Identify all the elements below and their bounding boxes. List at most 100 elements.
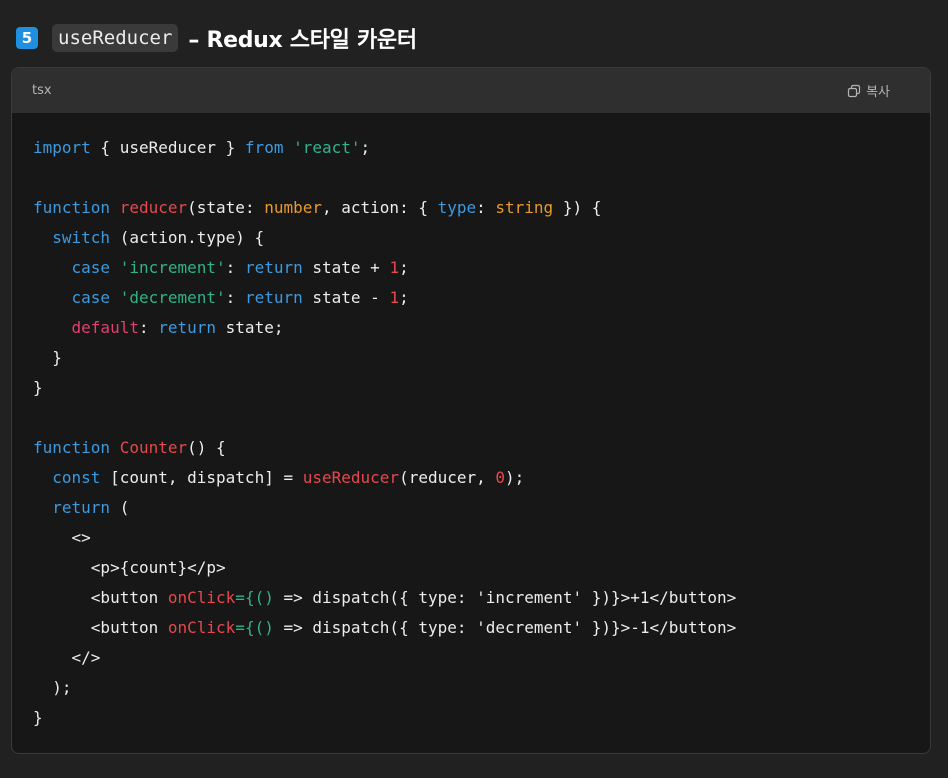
- code-token: <>: [33, 528, 91, 547]
- code-token: return: [244, 258, 303, 277]
- code-line: default: return state;: [33, 313, 930, 343]
- code-line: switch (action.type) {: [33, 223, 930, 253]
- code-token: 1: [389, 288, 400, 307]
- code-token: (reducer,: [399, 468, 496, 487]
- code-line: <button onClick={() => dispatch({ type: …: [33, 583, 930, 613]
- code-token: (action.type) {: [110, 228, 265, 247]
- code-line: </>: [33, 643, 930, 673]
- code-line: case 'decrement': return state - 1;: [33, 283, 930, 313]
- code-token: state -: [302, 288, 390, 307]
- code-token: ;: [399, 288, 409, 307]
- code-token: type: [437, 198, 477, 217]
- inline-code-usereducer: useReducer: [52, 24, 179, 52]
- code-token: case: [71, 258, 111, 277]
- code-line: }: [33, 343, 930, 373]
- code-block-header: tsx 복사: [12, 68, 930, 113]
- code-token: :: [225, 258, 245, 277]
- code-token: 1: [389, 258, 400, 277]
- code-token: return: [158, 318, 217, 337]
- code-token: =: [235, 588, 245, 607]
- code-token: () {: [187, 438, 226, 457]
- code-token: from: [244, 138, 284, 157]
- code-token: {(): [244, 618, 284, 637]
- step-number-badge: 5: [16, 27, 38, 49]
- code-line: }: [33, 373, 930, 403]
- code-token: { useReducer }: [90, 138, 245, 157]
- code-language-label: tsx: [32, 83, 52, 98]
- copy-button[interactable]: 복사: [847, 81, 890, 100]
- code-token: </>: [33, 648, 101, 667]
- code-token: onClick: [167, 588, 236, 607]
- code-token: <button: [33, 588, 168, 607]
- code-token: state +: [302, 258, 390, 277]
- code-token: (: [110, 498, 130, 517]
- code-token: 'decrement': [119, 288, 226, 307]
- code-token: function: [33, 198, 111, 217]
- code-token: <p>{count}</p>: [33, 558, 226, 577]
- code-token: , action: {: [322, 198, 438, 217]
- code-token: state;: [216, 318, 284, 337]
- code-token: return: [52, 498, 111, 517]
- code-token: => dispatch({ type: 'decrement' })}>-1</…: [283, 618, 737, 637]
- code-token: );: [33, 678, 72, 697]
- code-token: switch: [52, 228, 111, 247]
- code-body: import { useReducer } from 'react'; funct…: [12, 113, 930, 733]
- code-line: <p>{count}</p>: [33, 553, 930, 583]
- code-token: =: [235, 618, 245, 637]
- code-token: [count, dispatch] =: [100, 468, 303, 487]
- code-token: ;: [360, 138, 371, 157]
- code-token: default: [71, 318, 139, 337]
- code-token: :: [476, 198, 496, 217]
- code-token: string: [495, 198, 554, 217]
- code-token: useReducer: [302, 468, 400, 487]
- code-line: <>: [33, 523, 930, 553]
- code-line: case 'increment': return state + 1;: [33, 253, 930, 283]
- copy-button-label: 복사: [866, 85, 890, 100]
- code-line: );: [33, 673, 930, 703]
- code-line: <button onClick={() => dispatch({ type: …: [33, 613, 930, 643]
- code-token: }: [33, 348, 62, 367]
- code-token: 'react': [293, 138, 361, 157]
- code-block: tsx 복사 import { useReducer } from 'react…: [11, 67, 931, 754]
- code-token: return: [244, 288, 303, 307]
- code-token: {(): [244, 588, 284, 607]
- code-token: import: [33, 138, 91, 157]
- code-token: => dispatch({ type: 'increment' })}>+1</…: [283, 588, 737, 607]
- code-line: }: [33, 703, 930, 733]
- code-token: }: [33, 378, 43, 397]
- code-line: import { useReducer } from 'react';: [33, 133, 930, 163]
- code-token: :: [225, 288, 245, 307]
- code-token: const: [52, 468, 101, 487]
- code-token: 'increment': [119, 258, 226, 277]
- copy-icon: [847, 84, 861, 98]
- code-token: number: [264, 198, 322, 217]
- code-token: }) {: [553, 198, 602, 217]
- section-heading: 5 useReducer – Redux 스타일 카운터: [16, 20, 417, 56]
- code-token: (state:: [187, 198, 265, 217]
- code-line: return (: [33, 493, 930, 523]
- code-line: function Counter() {: [33, 433, 930, 463]
- code-token: Counter: [119, 438, 188, 457]
- code-token: }: [33, 708, 43, 727]
- code-token: onClick: [167, 618, 236, 637]
- code-token: function: [33, 438, 111, 457]
- code-token: <button: [33, 618, 168, 637]
- code-line: const [count, dispatch] = useReducer(red…: [33, 463, 930, 493]
- code-token: ;: [399, 258, 409, 277]
- heading-title: – Redux 스타일 카운터: [188, 28, 417, 53]
- code-token: 0: [495, 468, 506, 487]
- code-line: function reducer(state: number, action: …: [33, 193, 930, 223]
- code-token: case: [71, 288, 111, 307]
